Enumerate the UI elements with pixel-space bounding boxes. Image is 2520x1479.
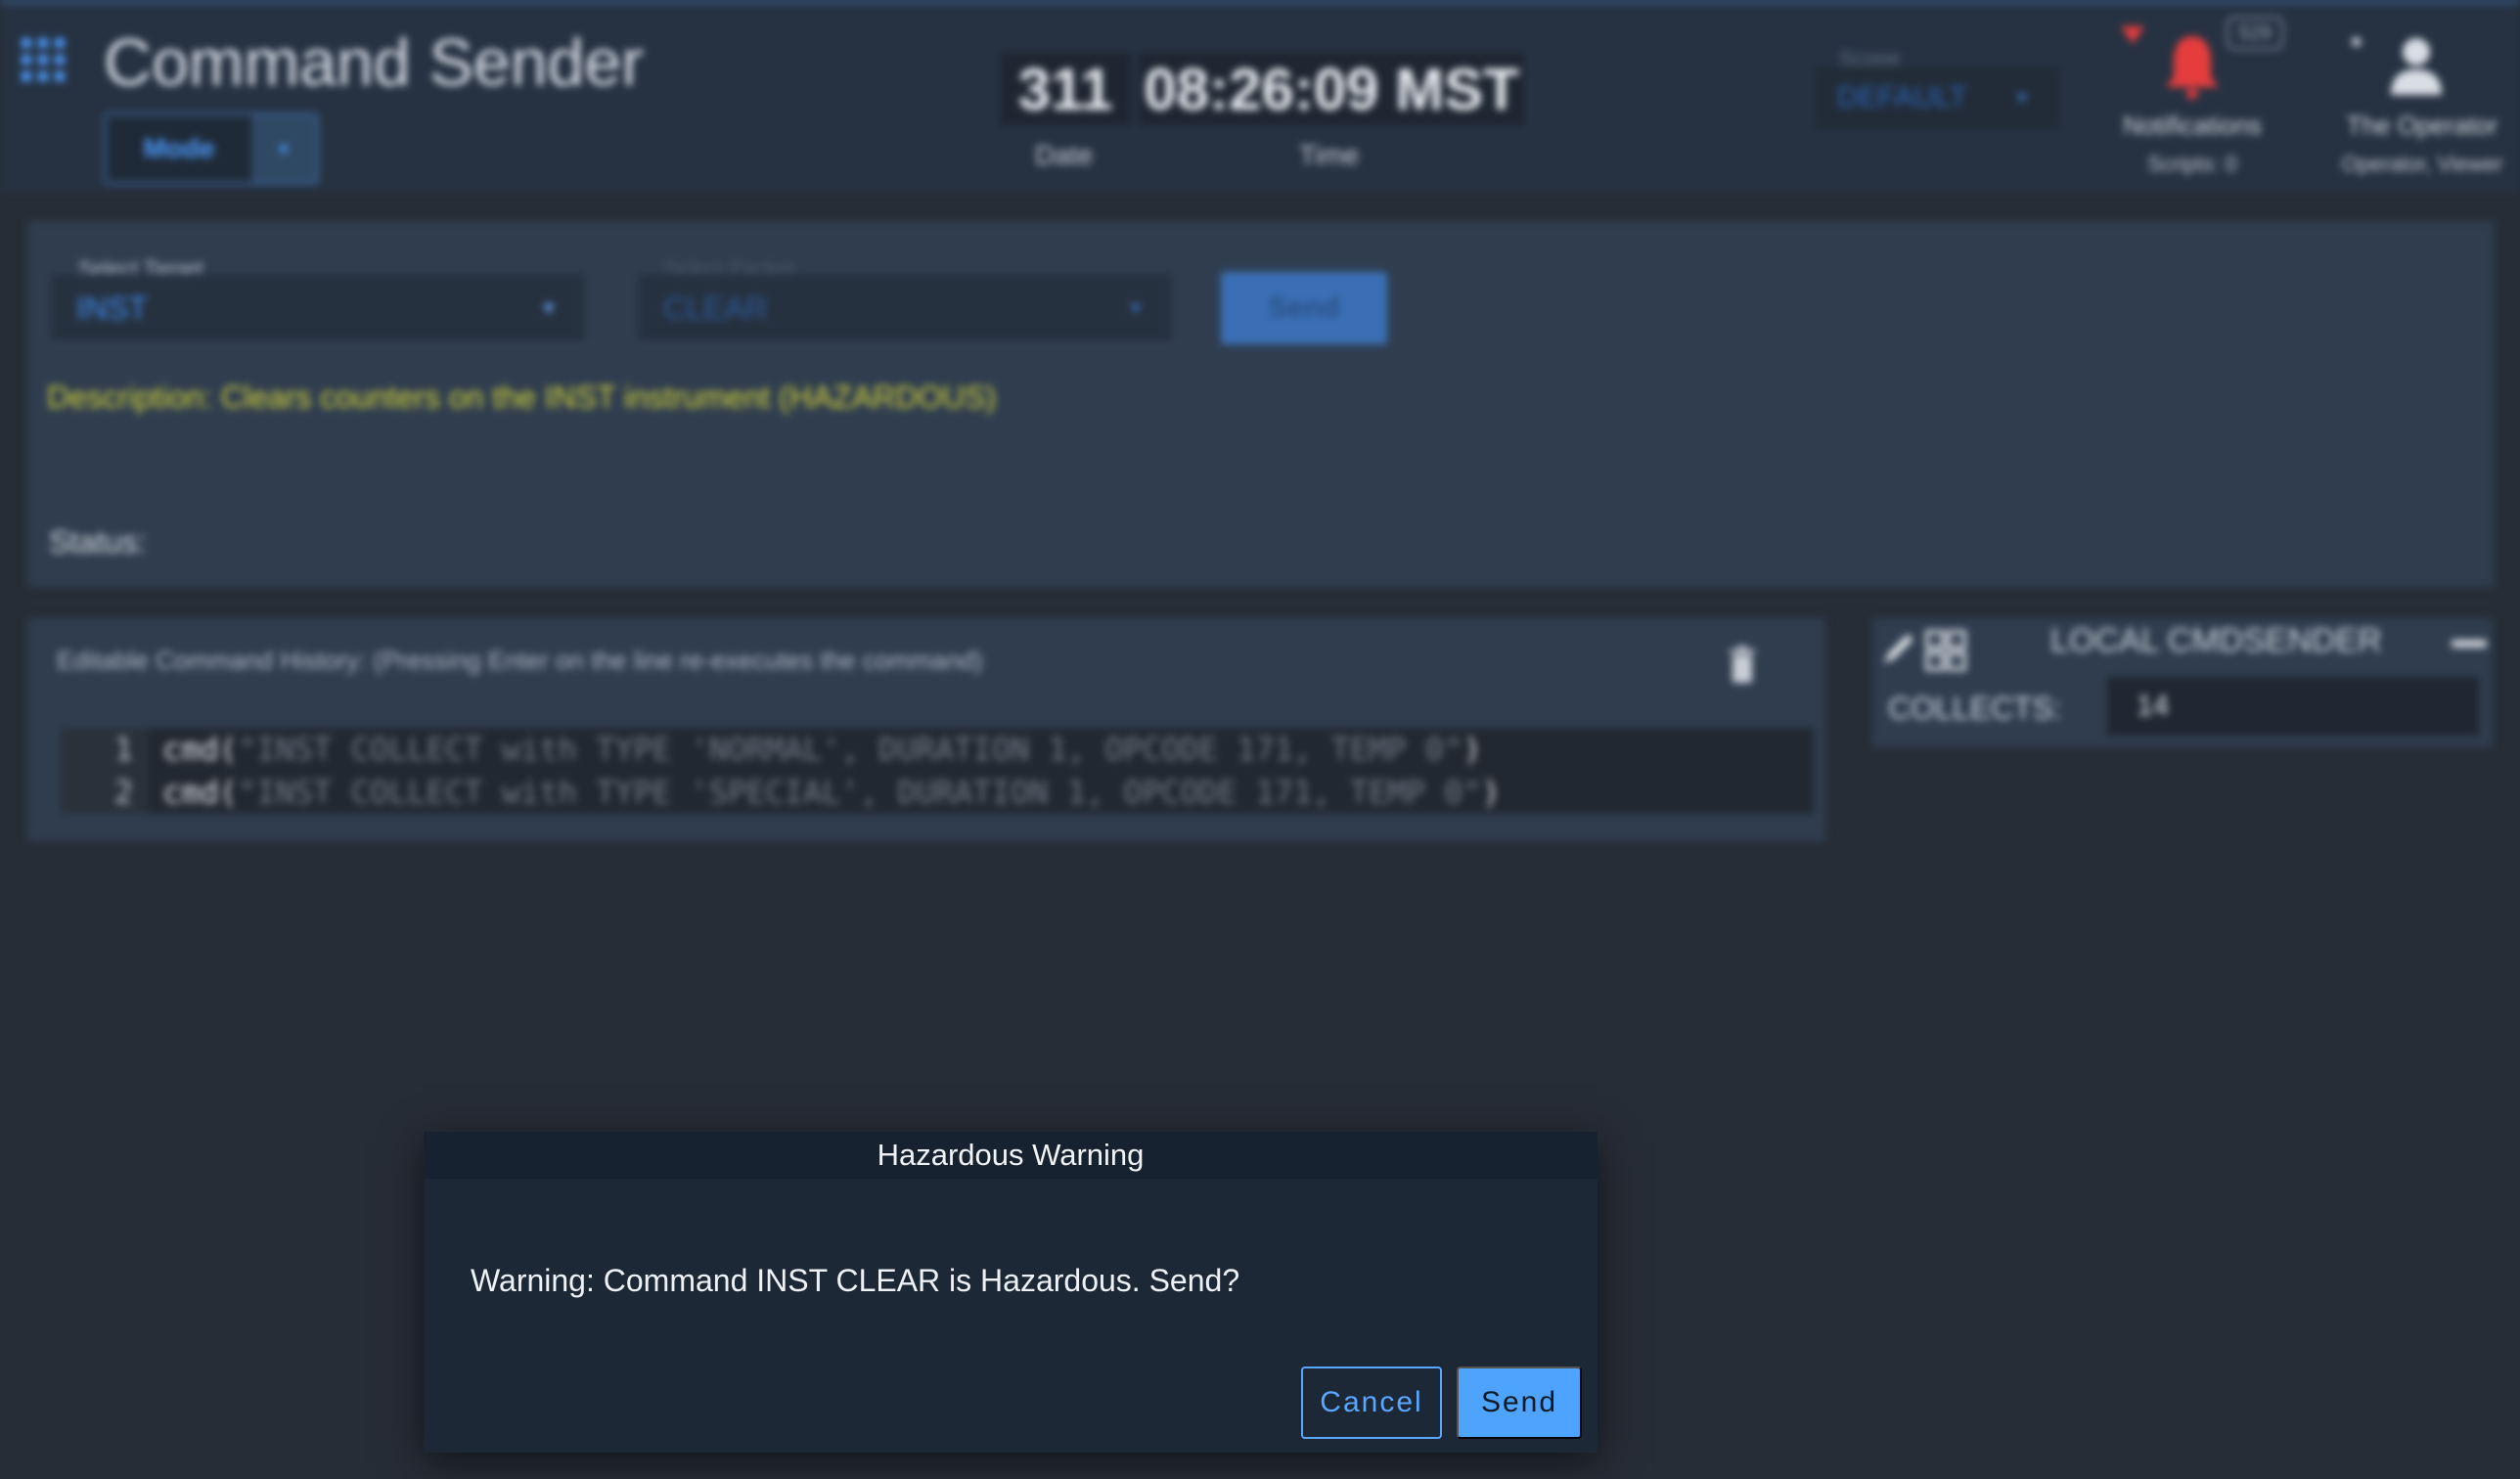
- chevron-down-icon: ▼: [1127, 297, 1145, 318]
- packet-select[interactable]: CLEAR ▼: [638, 274, 1172, 344]
- command-description: Description: Clears counters on the INST…: [47, 380, 997, 415]
- user-roles: Operator, Viewer: [2341, 152, 2503, 176]
- history-line[interactable]: 1 cmd("INST COLLECT with TYPE 'NORMAL', …: [61, 728, 1814, 771]
- notifications-label[interactable]: Notifications: [2109, 111, 2275, 141]
- scope-value: DEFAULT: [1837, 81, 1967, 113]
- minus-icon[interactable]: [2452, 640, 2487, 648]
- history-editor[interactable]: 1 cmd("INST COLLECT with TYPE 'NORMAL', …: [61, 728, 1814, 814]
- code-string: "INST COLLECT with TYPE 'SPECIAL', DURAT…: [238, 774, 1482, 811]
- apps-grid-icon[interactable]: [22, 38, 65, 81]
- code-prefix: cmd(: [162, 774, 239, 811]
- time-display: 08:26:09 MST: [1139, 52, 1524, 126]
- mode-button[interactable]: Mode: [107, 115, 251, 182]
- code-suffix: ): [1481, 774, 1501, 811]
- command-panel: Select Target INST ▼ Select Packet CLEAR…: [27, 221, 2495, 587]
- top-bar: Command Sender Mode ▾ 311 08:26:09 MST D…: [0, 0, 2520, 192]
- indicator-dot-icon: ●: [2350, 28, 2363, 53]
- hazardous-warning-dialog: Hazardous Warning Warning: Command INST …: [424, 1132, 1598, 1453]
- notification-count-badge: 529: [2227, 17, 2283, 50]
- mode-button-group: Mode ▾: [104, 112, 319, 185]
- target-value: INST: [76, 290, 148, 326]
- send-button[interactable]: Send: [1457, 1367, 1582, 1439]
- arrow-down-icon: [2121, 26, 2144, 44]
- history-line[interactable]: 2 cmd("INST COLLECT with TYPE 'SPECIAL',…: [61, 771, 1814, 814]
- collects-label: COLLECTS:: [1888, 691, 2062, 726]
- trash-icon[interactable]: [1730, 646, 1755, 683]
- code-suffix: ): [1462, 731, 1482, 768]
- packet-value: CLEAR: [663, 290, 768, 326]
- send-command-button[interactable]: Send: [1221, 272, 1387, 344]
- date-display: 311: [1000, 52, 1131, 126]
- mode-dropdown-button[interactable]: ▾: [251, 115, 316, 182]
- line-number: 2: [61, 771, 149, 814]
- bell-icon[interactable]: [2162, 32, 2223, 103]
- line-number: 1: [61, 728, 149, 771]
- dialog-title: Hazardous Warning: [424, 1132, 1598, 1179]
- command-history-panel: Editable Command History: (Pressing Ente…: [27, 618, 1825, 841]
- user-icon[interactable]: [2385, 32, 2448, 101]
- local-cmdsender-panel: LOCAL CMDSENDER COLLECTS: 14: [1872, 618, 2493, 747]
- dialog-message: Warning: Command INST CLEAR is Hazardous…: [471, 1263, 1240, 1298]
- app-title: Command Sender: [104, 25, 644, 100]
- status-label: Status:: [49, 524, 147, 560]
- code-string: "INST COLLECT with TYPE 'NORMAL', DURATI…: [238, 731, 1463, 768]
- collects-value: 14: [2107, 677, 2479, 736]
- user-name[interactable]: The Operator: [2324, 111, 2520, 141]
- chevron-down-icon: ▼: [2013, 87, 2031, 108]
- date-label: Date: [1035, 140, 1094, 170]
- scope-select[interactable]: DEFAULT ▼: [1814, 66, 2060, 130]
- history-title: Editable Command History: (Pressing Ente…: [57, 646, 983, 675]
- chevron-down-icon: ▼: [540, 297, 558, 318]
- target-select[interactable]: INST ▼: [51, 274, 585, 344]
- code-prefix: cmd(: [162, 731, 239, 768]
- notifications-scripts: Scripts: 0: [2147, 152, 2237, 176]
- pencil-icon[interactable]: [1880, 628, 1919, 667]
- chevron-down-icon: ▾: [278, 138, 290, 160]
- local-cmdsender-title: LOCAL CMDSENDER: [2050, 622, 2382, 659]
- grid-icon[interactable]: [1925, 630, 1966, 671]
- time-label: Time: [1299, 140, 1360, 170]
- cancel-button[interactable]: Cancel: [1301, 1367, 1442, 1439]
